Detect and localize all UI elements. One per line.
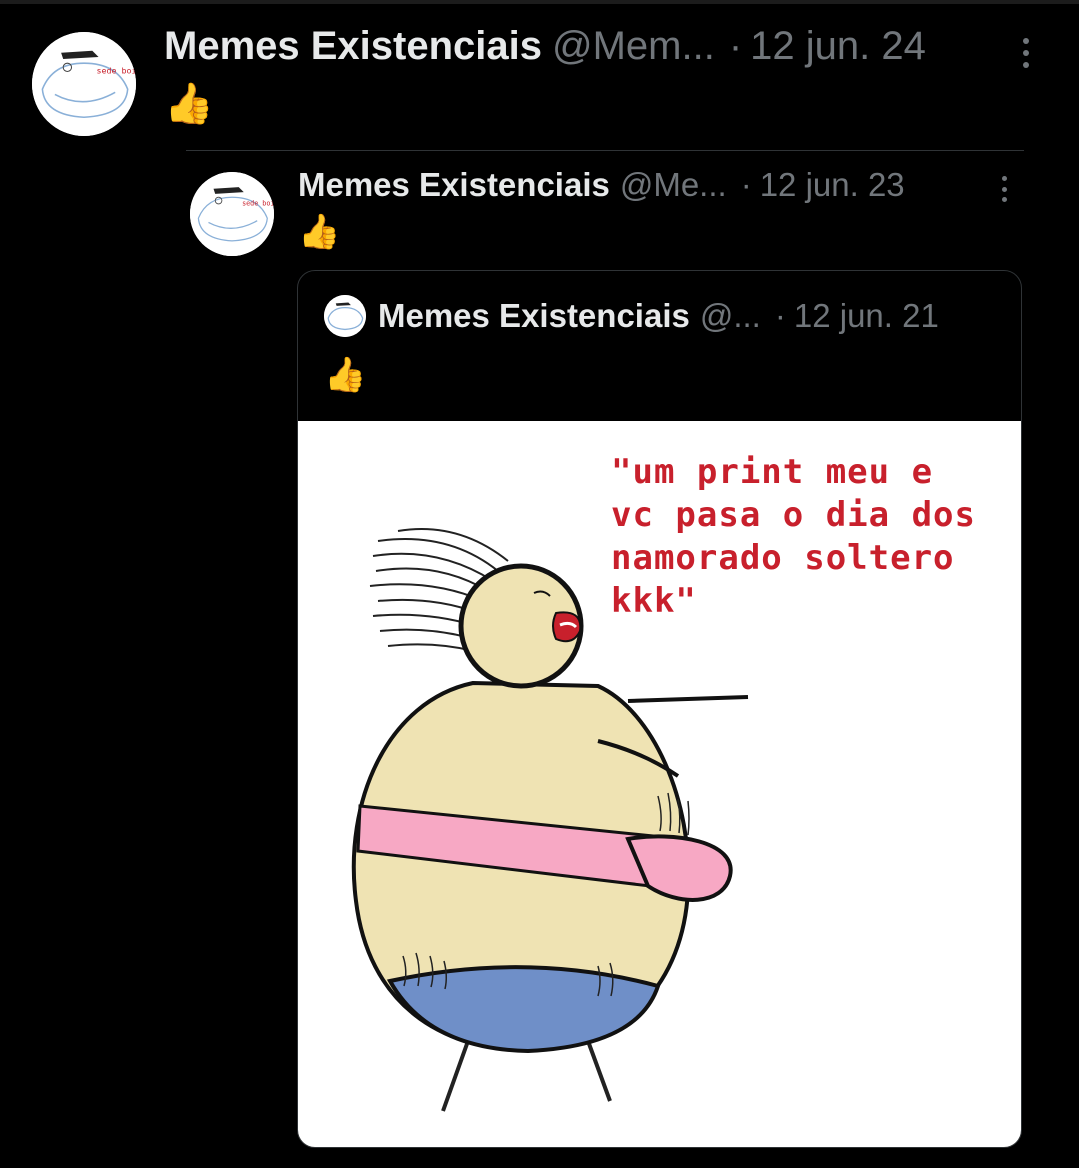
post-date[interactable]: 12 jun. 24: [750, 24, 926, 69]
reply-header: Memes Existenciais @Me... · 12 jun. 23: [298, 166, 905, 204]
svg-text:sede boi: sede boi: [242, 200, 274, 208]
pointing-arm: [627, 695, 749, 703]
reply-avatar[interactable]: sede boi: [190, 172, 274, 256]
svg-text:sede boi: sede boi: [96, 66, 136, 76]
quote-date: 12 jun. 21: [793, 297, 939, 334]
mouth: [552, 611, 582, 643]
author-handle[interactable]: @Mem...: [552, 24, 715, 69]
author-name[interactable]: Memes Existenciais: [164, 24, 542, 69]
author-handle: @...: [699, 297, 761, 334]
quoted-post-card[interactable]: Memes Existenciais @... · 12 jun. 21 👍 "…: [297, 270, 1022, 1148]
more-options-button[interactable]: [997, 176, 1011, 202]
post-avatar[interactable]: sede boi: [32, 32, 136, 136]
avatar-drawing: sede boi: [190, 172, 274, 256]
divider: [186, 150, 1024, 151]
more-vertical-icon: [1023, 38, 1029, 44]
top-border: [0, 0, 1079, 4]
post-header: Memes Existenciais @Mem... · 12 jun. 24: [164, 24, 926, 69]
quote-header: Memes Existenciais @... · 12 jun. 21: [378, 297, 939, 335]
separator-dot: ·: [728, 24, 743, 68]
separator-dot: ·: [774, 297, 786, 334]
shorts: [386, 965, 661, 1054]
quote-avatar: [324, 295, 366, 337]
reply-text: 👍: [298, 212, 341, 252]
author-handle[interactable]: @Me...: [620, 166, 727, 204]
separator-dot: ·: [740, 166, 752, 203]
more-options-button[interactable]: [1018, 38, 1034, 68]
meme-caption: "um print meu e vc pasa o dia dos namora…: [611, 452, 976, 621]
meme-image[interactable]: "um print meu e vc pasa o dia dos namora…: [298, 421, 1021, 1147]
author-name[interactable]: Memes Existenciais: [298, 166, 610, 204]
author-name: Memes Existenciais: [378, 297, 690, 334]
post-text: 👍: [164, 81, 214, 127]
reply-date[interactable]: 12 jun. 23: [760, 166, 905, 204]
avatar-drawing: sede boi: [32, 32, 136, 136]
more-vertical-icon: [1001, 176, 1007, 181]
quote-text: 👍: [324, 355, 367, 395]
avatar-drawing: [324, 295, 366, 337]
